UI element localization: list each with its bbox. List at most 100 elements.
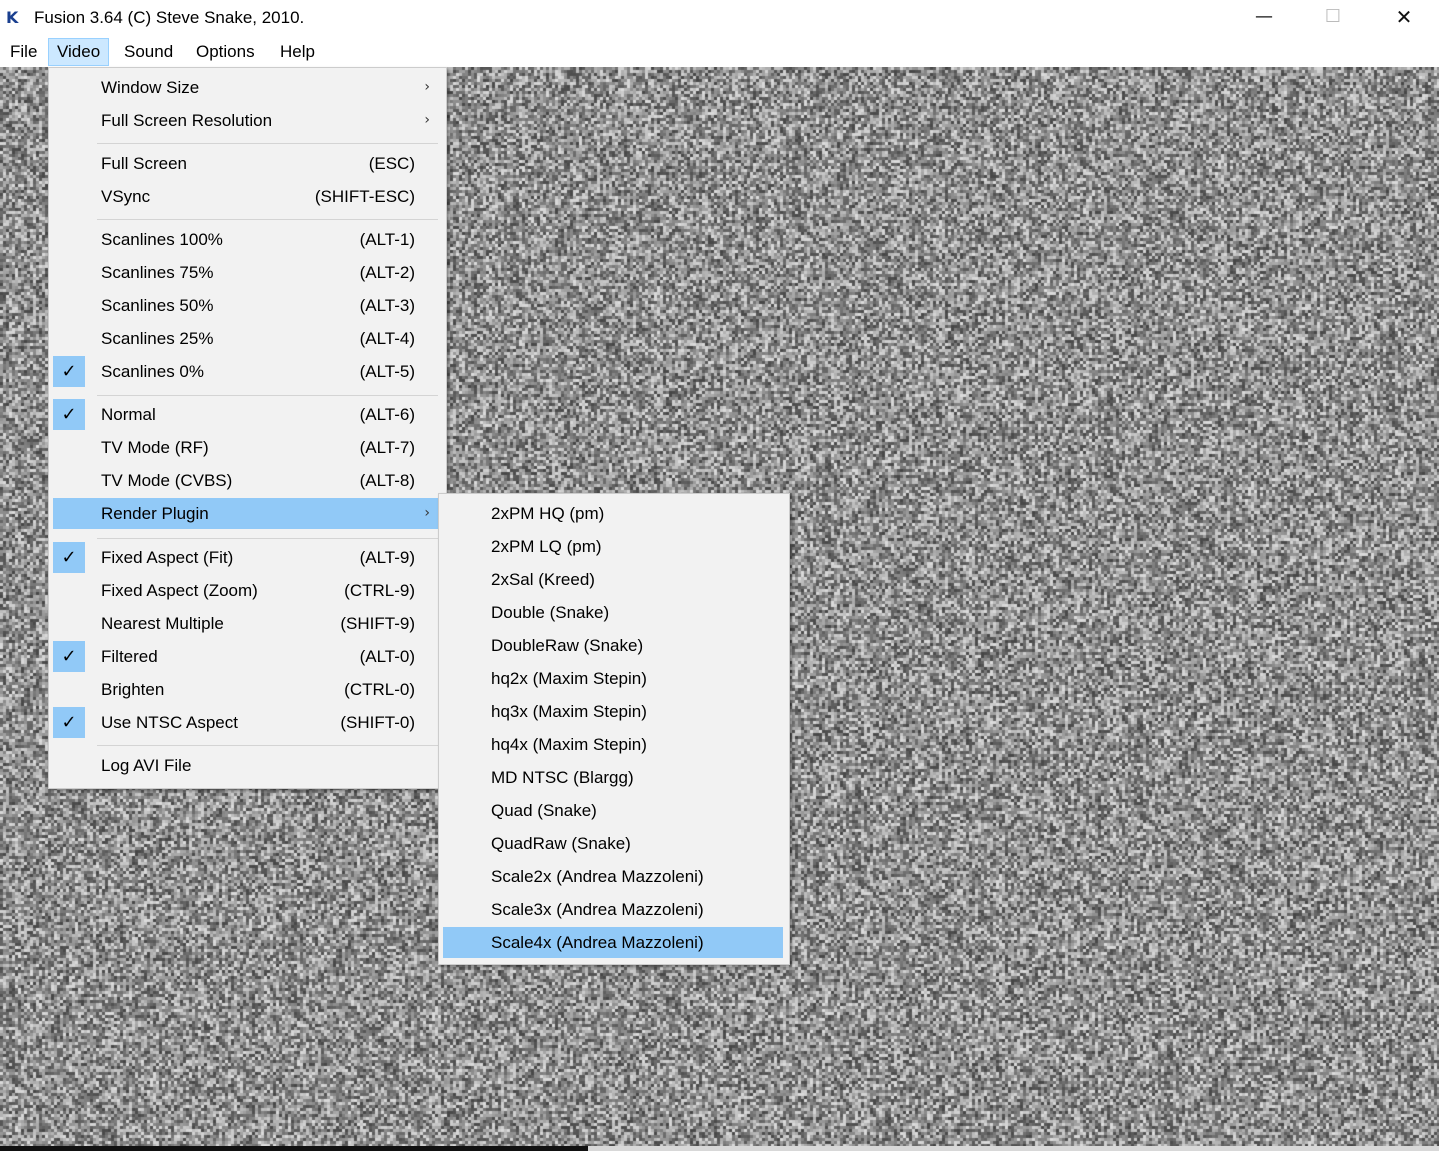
plugin-item-label: Double (Snake) — [491, 603, 610, 622]
bottom-strip — [0, 1146, 1439, 1151]
menu-item-label: Full Screen — [101, 154, 187, 173]
menu-item-shortcut: (ALT-8) — [359, 471, 415, 490]
maximize-icon: ☐ — [1324, 6, 1342, 27]
plugin-item[interactable]: 2xPM LQ (pm) — [443, 531, 783, 562]
menu-item-tv-mode-rf[interactable]: TV Mode (RF) (ALT-7) — [53, 432, 440, 463]
menu-item-shortcut: (ALT-5) — [359, 362, 415, 381]
menu-separator — [97, 538, 438, 539]
menu-item-use-ntsc-aspect[interactable]: ✓ Use NTSC Aspect (SHIFT-0) — [53, 707, 440, 738]
menu-item-label: Fixed Aspect (Fit) — [101, 548, 234, 567]
menu-file[interactable]: File — [2, 38, 45, 66]
menu-item-shortcut: (ALT-2) — [359, 263, 415, 282]
menu-item-label: Nearest Multiple — [101, 614, 224, 633]
plugin-item-label: Scale2x (Andrea Mazzoleni) — [491, 867, 704, 886]
menu-item-scanlines-75[interactable]: Scanlines 75% (ALT-2) — [53, 257, 440, 288]
checkmark-icon: ✓ — [53, 356, 85, 387]
menu-item-full-screen-resolution[interactable]: Full Screen Resolution › — [53, 105, 440, 136]
menu-item-shortcut: (ALT-9) — [359, 548, 415, 567]
chevron-right-icon: › — [424, 112, 430, 128]
menu-item-scanlines-25[interactable]: Scanlines 25% (ALT-4) — [53, 323, 440, 354]
checkmark-icon: ✓ — [53, 399, 85, 430]
menu-item-nearest-multiple[interactable]: Nearest Multiple (SHIFT-9) — [53, 608, 440, 639]
plugin-item-label: hq2x (Maxim Stepin) — [491, 669, 647, 688]
plugin-item[interactable]: Scale2x (Andrea Mazzoleni) — [443, 861, 783, 892]
menu-item-scanlines-100[interactable]: Scanlines 100% (ALT-1) — [53, 224, 440, 255]
minimize-button[interactable]: — — [1229, 0, 1299, 36]
plugin-item[interactable]: DoubleRaw (Snake) — [443, 630, 783, 661]
chevron-right-icon: › — [424, 79, 430, 95]
menu-sound[interactable]: Sound — [116, 38, 181, 66]
plugin-item[interactable]: Scale4x (Andrea Mazzoleni) — [443, 927, 783, 958]
menu-item-brighten[interactable]: Brighten (CTRL-0) — [53, 674, 440, 705]
menu-bar: File Video Sound Options Help — [0, 37, 1439, 67]
menu-item-scanlines-0[interactable]: ✓ Scanlines 0% (ALT-5) — [53, 356, 440, 387]
menu-item-window-size[interactable]: Window Size › — [53, 72, 440, 103]
plugin-item[interactable]: Quad (Snake) — [443, 795, 783, 826]
menu-item-fixed-aspect-zoom[interactable]: Fixed Aspect (Zoom) (CTRL-9) — [53, 575, 440, 606]
menu-item-vsync[interactable]: VSync (SHIFT-ESC) — [53, 181, 440, 212]
menu-video[interactable]: Video — [48, 38, 110, 66]
menu-item-scanlines-50[interactable]: Scanlines 50% (ALT-3) — [53, 290, 440, 321]
menu-item-log-avi-file[interactable]: Log AVI File — [53, 750, 440, 781]
menu-item-label: TV Mode (CVBS) — [101, 471, 233, 490]
menu-options[interactable]: Options — [188, 38, 263, 66]
menu-item-shortcut: (CTRL-0) — [344, 680, 415, 699]
menu-item-shortcut: (SHIFT-9) — [340, 614, 415, 633]
plugin-item-label: hq4x (Maxim Stepin) — [491, 735, 647, 754]
menu-item-label: Use NTSC Aspect — [101, 713, 238, 732]
menu-item-shortcut: (ALT-1) — [359, 230, 415, 249]
plugin-item-label: Quad (Snake) — [491, 801, 597, 820]
menu-item-fixed-aspect-fit[interactable]: ✓ Fixed Aspect (Fit) (ALT-9) — [53, 542, 440, 573]
plugin-item-label: Scale3x (Andrea Mazzoleni) — [491, 900, 704, 919]
maximize-button[interactable]: ☐ — [1298, 0, 1368, 36]
menu-item-label: Scanlines 25% — [101, 329, 214, 348]
menu-item-shortcut: (CTRL-9) — [344, 581, 415, 600]
menu-item-label: Scanlines 50% — [101, 296, 214, 315]
menu-item-full-screen[interactable]: Full Screen (ESC) — [53, 148, 440, 179]
menu-item-normal[interactable]: ✓ Normal (ALT-6) — [53, 399, 440, 430]
plugin-item-label: hq3x (Maxim Stepin) — [491, 702, 647, 721]
plugin-item[interactable]: Double (Snake) — [443, 597, 783, 628]
plugin-item[interactable]: MD NTSC (Blargg) — [443, 762, 783, 793]
plugin-item[interactable]: Scale3x (Andrea Mazzoleni) — [443, 894, 783, 925]
menu-separator — [97, 219, 438, 220]
menu-item-shortcut: (ESC) — [368, 154, 415, 173]
menu-item-render-plugin[interactable]: Render Plugin › — [53, 498, 440, 529]
plugin-item[interactable]: 2xPM HQ (pm) — [443, 498, 783, 529]
menu-separator — [97, 745, 438, 746]
menu-item-label: Normal — [101, 405, 156, 424]
menu-item-label: Fixed Aspect (Zoom) — [101, 581, 258, 600]
plugin-item-label: DoubleRaw (Snake) — [491, 636, 644, 655]
video-menu: Window Size › Full Screen Resolution › Full … — [48, 67, 447, 789]
menu-item-filtered[interactable]: ✓ Filtered (ALT-0) — [53, 641, 440, 672]
menu-item-tv-mode-cvbs[interactable]: TV Mode (CVBS) (ALT-8) — [53, 465, 440, 496]
menu-item-label: TV Mode (RF) — [101, 438, 209, 457]
checkmark-icon: ✓ — [53, 542, 85, 573]
close-button[interactable]: ✕ — [1369, 0, 1439, 36]
plugin-item[interactable]: hq2x (Maxim Stepin) — [443, 663, 783, 694]
plugin-item-label: MD NTSC (Blargg) — [491, 768, 634, 787]
menu-item-shortcut: (ALT-6) — [359, 405, 415, 424]
close-icon: ✕ — [1395, 5, 1413, 29]
menu-item-label: Brighten — [101, 680, 165, 699]
menu-item-shortcut: (ALT-0) — [359, 647, 415, 666]
plugin-item[interactable]: hq3x (Maxim Stepin) — [443, 696, 783, 727]
plugin-item-label: QuadRaw (Snake) — [491, 834, 631, 853]
fusion-app-icon[interactable]: K — [6, 8, 26, 28]
menu-help[interactable]: Help — [272, 38, 323, 66]
plugin-item[interactable]: 2xSal (Kreed) — [443, 564, 783, 595]
plugin-item-label: 2xPM LQ (pm) — [491, 537, 602, 556]
menu-item-label: Scanlines 0% — [101, 362, 205, 381]
plugin-item[interactable]: hq4x (Maxim Stepin) — [443, 729, 783, 760]
menu-item-shortcut: (SHIFT-0) — [340, 713, 415, 732]
title-bar: K Fusion 3.64 (C) Steve Snake, 2010. — ☐… — [0, 0, 1439, 38]
minimize-icon: — — [1255, 6, 1273, 27]
menu-item-shortcut: (SHIFT-ESC) — [314, 187, 415, 206]
render-plugin-submenu: 2xPM HQ (pm) 2xPM LQ (pm) 2xSal (Kreed) Dou… — [438, 493, 790, 965]
window-title: Fusion 3.64 (C) Steve Snake, 2010. — [34, 8, 305, 27]
plugin-item[interactable]: QuadRaw (Snake) — [443, 828, 783, 859]
menu-item-label: Render Plugin — [101, 504, 209, 523]
plugin-item-label: Scale4x (Andrea Mazzoleni) — [491, 933, 704, 952]
menu-item-shortcut: (ALT-3) — [359, 296, 415, 315]
menu-item-label: Scanlines 75% — [101, 263, 214, 282]
